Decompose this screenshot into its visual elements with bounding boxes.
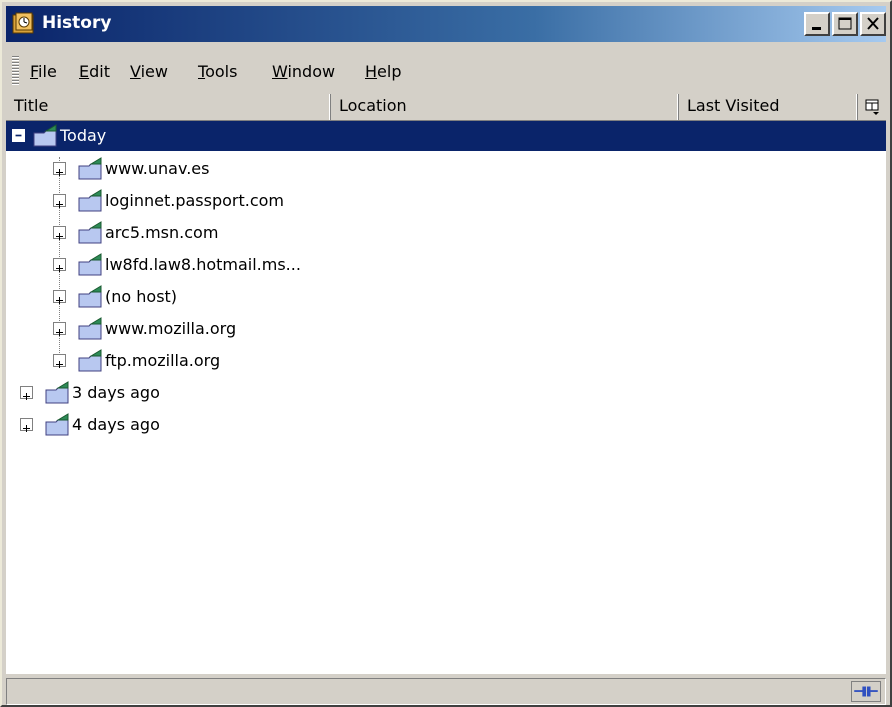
plus-box-icon bbox=[23, 425, 30, 432]
plus-box-icon bbox=[56, 233, 63, 240]
menu-bar: File Edit View Tools Window Help bbox=[6, 50, 886, 92]
expand-icon[interactable] bbox=[53, 162, 66, 176]
toolbar-grip[interactable] bbox=[12, 56, 19, 86]
folder-icon bbox=[78, 157, 102, 180]
plus-box-icon bbox=[56, 297, 63, 304]
folder-icon bbox=[78, 349, 102, 372]
menu-file-rest: ile bbox=[38, 62, 57, 81]
plus-box-icon bbox=[56, 361, 63, 368]
tree-label: www.mozilla.org bbox=[105, 319, 237, 338]
tree-label: (no host) bbox=[105, 287, 178, 306]
tree-label: www.unav.es bbox=[105, 159, 210, 178]
maximize-icon bbox=[838, 17, 852, 30]
folder-icon bbox=[45, 381, 69, 404]
menu-view[interactable]: View bbox=[130, 62, 168, 81]
history-window: History File Edit View Tools Window Help… bbox=[0, 0, 892, 707]
tree-row-site[interactable]: www.mozilla.org bbox=[6, 314, 886, 344]
close-button[interactable] bbox=[860, 12, 886, 36]
tree-label: 4 days ago bbox=[72, 415, 160, 434]
history-tree[interactable]: Today www.unav.es loginnet.passport.com … bbox=[6, 121, 886, 674]
tree-row-site[interactable]: lw8fd.law8.hotmail.ms... bbox=[6, 250, 886, 280]
maximize-button[interactable] bbox=[832, 12, 858, 36]
tree-label: Today bbox=[60, 126, 107, 145]
folder-icon bbox=[78, 189, 102, 212]
column-location[interactable]: Location bbox=[331, 94, 679, 120]
tree-row-site[interactable]: ftp.mozilla.org bbox=[6, 346, 886, 376]
expand-icon[interactable] bbox=[53, 290, 66, 304]
menu-view-rest: iew bbox=[140, 62, 168, 81]
menu-window-rest: indow bbox=[287, 62, 336, 81]
expand-icon[interactable] bbox=[53, 194, 66, 208]
menu-window[interactable]: Window bbox=[272, 62, 335, 81]
menu-help[interactable]: Help bbox=[365, 62, 401, 81]
close-icon bbox=[867, 17, 879, 30]
expand-icon[interactable] bbox=[53, 322, 66, 336]
expand-icon[interactable] bbox=[53, 354, 66, 368]
plus-box-icon bbox=[56, 329, 63, 336]
expand-icon[interactable] bbox=[53, 258, 66, 272]
plus-box-icon bbox=[23, 393, 30, 400]
history-app-icon bbox=[12, 12, 34, 34]
tree-row-site[interactable]: arc5.msn.com bbox=[6, 218, 886, 248]
column-picker-icon[interactable] bbox=[858, 94, 886, 120]
menu-edit-rest: dit bbox=[89, 62, 110, 81]
menu-file[interactable]: File bbox=[30, 62, 57, 81]
folder-icon bbox=[45, 413, 69, 436]
folder-icon bbox=[78, 317, 102, 340]
tree-row-site[interactable]: (no host) bbox=[6, 282, 886, 312]
menu-help-rest: elp bbox=[377, 62, 402, 81]
tree-row-group[interactable]: 4 days ago bbox=[6, 410, 886, 440]
plus-box-icon bbox=[56, 169, 63, 176]
plus-box-icon bbox=[56, 201, 63, 208]
folder-icon bbox=[78, 221, 102, 244]
menu-edit[interactable]: Edit bbox=[79, 62, 110, 81]
tree-label: ftp.mozilla.org bbox=[105, 351, 221, 370]
title-bar[interactable]: History bbox=[6, 6, 886, 42]
online-plug-icon[interactable] bbox=[851, 681, 881, 702]
expand-icon[interactable] bbox=[53, 226, 66, 240]
tree-row-site[interactable]: loginnet.passport.com bbox=[6, 186, 886, 216]
menu-tools[interactable]: Tools bbox=[198, 62, 237, 81]
tree-row-today[interactable]: Today bbox=[6, 121, 886, 151]
tree-label: arc5.msn.com bbox=[105, 223, 219, 242]
column-last-visited[interactable]: Last Visited bbox=[679, 94, 858, 120]
folder-icon bbox=[78, 253, 102, 276]
plus-box-icon bbox=[56, 265, 63, 272]
folder-icon bbox=[33, 124, 57, 147]
minimize-icon bbox=[812, 27, 821, 30]
column-title[interactable]: Title bbox=[6, 94, 331, 120]
tree-label: lw8fd.law8.hotmail.ms... bbox=[105, 255, 301, 274]
status-bar bbox=[6, 678, 886, 705]
minimize-button[interactable] bbox=[804, 12, 830, 36]
tree-row-group[interactable]: 3 days ago bbox=[6, 378, 886, 408]
window-title: History bbox=[42, 13, 112, 33]
tree-label: 3 days ago bbox=[72, 383, 160, 402]
folder-icon bbox=[78, 285, 102, 308]
expand-icon[interactable] bbox=[20, 418, 33, 432]
tree-label: loginnet.passport.com bbox=[105, 191, 285, 210]
expand-icon[interactable] bbox=[20, 386, 33, 400]
tree-row-site[interactable]: www.unav.es bbox=[6, 154, 886, 184]
collapse-icon[interactable] bbox=[12, 129, 25, 142]
menu-tools-rest: ools bbox=[205, 62, 238, 81]
column-header: Title Location Last Visited bbox=[6, 94, 886, 121]
